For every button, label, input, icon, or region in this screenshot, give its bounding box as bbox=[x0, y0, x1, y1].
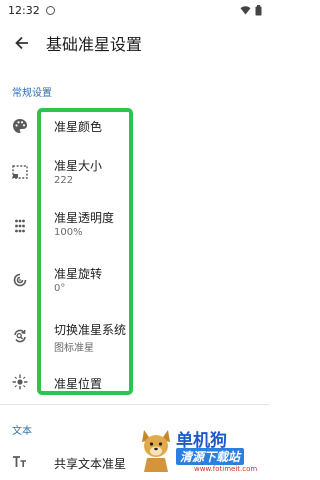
status-time: 12:32 bbox=[8, 3, 40, 17]
section-divider bbox=[0, 404, 270, 405]
row-title: 准星大小 bbox=[54, 159, 103, 173]
page-title: 基础准星设置 bbox=[46, 35, 143, 54]
row-title: 准星旋转 bbox=[54, 267, 103, 281]
row-subtitle: 图标准星 bbox=[54, 343, 94, 354]
setting-crosshair-opacity[interactable]: 准星透明度 100% bbox=[0, 202, 270, 250]
dog-mascot-icon bbox=[142, 430, 170, 472]
row-title: 准星透明度 bbox=[54, 211, 115, 225]
setting-crosshair-size[interactable]: 准星大小 222 bbox=[0, 150, 270, 198]
resize-icon bbox=[10, 162, 30, 182]
crosshair-position-icon bbox=[10, 372, 30, 392]
battery-icon bbox=[255, 4, 262, 15]
row-title: 切换准星系统 bbox=[54, 323, 127, 337]
status-icons bbox=[240, 4, 262, 16]
back-button[interactable] bbox=[2, 23, 42, 63]
row-title: 准星位置 bbox=[54, 377, 103, 391]
dots-grid-icon bbox=[10, 216, 30, 236]
app-bar: 基础准星设置 bbox=[0, 22, 270, 64]
status-bar: 12:32 bbox=[0, 0, 270, 20]
row-title: 准星颜色 bbox=[54, 120, 103, 134]
section-header-text: 文本 bbox=[12, 426, 32, 437]
wifi-icon bbox=[240, 6, 251, 15]
setting-crosshair-rotation[interactable]: 准星旋转 0° bbox=[0, 258, 270, 306]
row-subtitle: 0° bbox=[54, 283, 66, 294]
watermark-subtitle: 清源下载站 bbox=[176, 448, 245, 465]
text-format-icon bbox=[10, 452, 30, 472]
notification-icon bbox=[45, 5, 55, 15]
watermark-logo: 单机狗 清源下载站 www.fotimeit.com bbox=[136, 424, 264, 476]
arrow-back-icon bbox=[15, 36, 28, 50]
palette-icon bbox=[10, 116, 30, 136]
row-subtitle: 222 bbox=[54, 175, 74, 186]
watermark-url: www.fotimeit.com bbox=[194, 465, 258, 473]
section-header-general: 常规设置 bbox=[12, 88, 52, 99]
setting-switch-crosshair-system[interactable]: 切换准星系统 图标准星 bbox=[0, 314, 270, 362]
row-title: 共享文本准星 bbox=[54, 457, 127, 471]
setting-crosshair-color[interactable]: 准星颜色 bbox=[0, 106, 270, 146]
switch-icon bbox=[10, 326, 30, 346]
row-subtitle: 100% bbox=[54, 227, 83, 238]
setting-crosshair-position[interactable]: 准星位置 bbox=[0, 366, 270, 400]
rotate-icon bbox=[10, 270, 30, 290]
